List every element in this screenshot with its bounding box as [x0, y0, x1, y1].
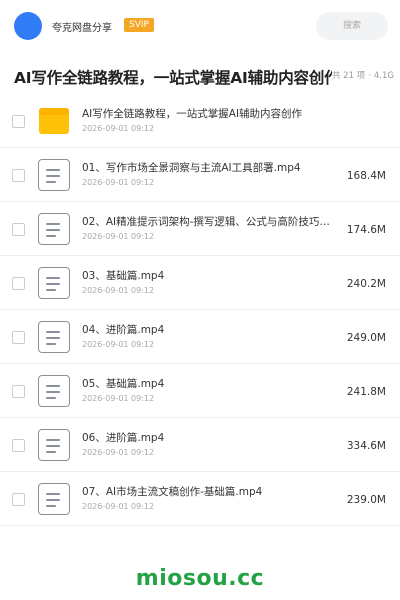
select-checkbox[interactable]	[12, 277, 25, 290]
site-name: 夸克网盘分享	[52, 23, 112, 34]
file-icon	[38, 213, 70, 245]
item-name: 01、写作市场全景洞察与主流AI工具部署.mp4	[82, 162, 301, 174]
watermark: miosou.cc	[135, 566, 265, 591]
svip-badge: SVIP	[124, 18, 154, 32]
select-checkbox[interactable]	[12, 493, 25, 506]
item-size: 334.6M	[346, 440, 386, 452]
item-size: 241.8M	[346, 386, 386, 398]
select-checkbox[interactable]	[12, 385, 25, 398]
item-date: 2026-09-01 09:12	[82, 124, 155, 133]
total-size: 4.1G	[373, 71, 394, 81]
file-icon	[38, 429, 70, 461]
select-checkbox[interactable]	[12, 169, 25, 182]
item-name: AI写作全链路教程，一站式掌握AI辅助内容创作	[82, 108, 303, 120]
item-name: 04、进阶篇.mp4	[82, 324, 165, 336]
file-icon	[38, 375, 70, 407]
file-icon	[38, 267, 70, 299]
item-size: 239.0M	[346, 494, 386, 506]
item-name: 05、基础篇.mp4	[82, 378, 165, 390]
item-date: 2026-09-01 09:12	[82, 286, 155, 295]
file-icon	[38, 159, 70, 191]
select-checkbox[interactable]	[12, 223, 25, 236]
select-checkbox[interactable]	[12, 439, 25, 452]
item-size: 249.0M	[346, 332, 386, 344]
title-row: AI写作全链路教程，一站式掌握AI辅助内容创作 共 21 项 · 4.1G	[0, 52, 400, 94]
item-count: 共 21 项	[331, 71, 366, 81]
page-title: AI写作全链路教程，一站式掌握AI辅助内容创作	[14, 69, 332, 87]
list-item[interactable]: 02、AI精准提示词架构-撰写逻辑、公式与高阶技巧… 2026-09-01 09…	[0, 202, 400, 256]
share-meta: 共 21 项 · 4.1G	[329, 69, 394, 81]
list-item[interactable]: 03、基础篇.mp4 2026-09-01 09:12 240.2M	[0, 256, 400, 310]
search-input[interactable]	[316, 12, 388, 40]
item-date: 2026-09-01 09:12	[82, 340, 155, 349]
item-date: 2026-09-01 09:12	[82, 394, 155, 403]
file-icon	[38, 321, 70, 353]
item-date: 2026-09-01 09:12	[82, 448, 155, 457]
list-item[interactable]: 07、AI市场主流文稿创作-基础篇.mp4 2026-09-01 09:12 2…	[0, 472, 400, 526]
file-icon	[38, 483, 70, 515]
list-item[interactable]: 04、进阶篇.mp4 2026-09-01 09:12 249.0M	[0, 310, 400, 364]
file-list: AI写作全链路教程，一站式掌握AI辅助内容创作 2026-09-01 09:12…	[0, 94, 400, 526]
meta-separator: ·	[368, 71, 371, 81]
item-date: 2026-09-01 09:12	[82, 232, 155, 241]
item-date: 2026-09-01 09:12	[82, 178, 155, 187]
avatar[interactable]	[14, 12, 42, 40]
item-name: 03、基础篇.mp4	[82, 270, 165, 282]
header: 夸克网盘分享 SVIP	[0, 0, 400, 52]
item-size: 240.2M	[346, 278, 386, 290]
item-size: 168.4M	[346, 170, 386, 182]
item-name: 06、进阶篇.mp4	[82, 432, 165, 444]
item-date: 2026-09-01 09:12	[82, 502, 155, 511]
list-item[interactable]: 06、进阶篇.mp4 2026-09-01 09:12 334.6M	[0, 418, 400, 472]
item-name: 07、AI市场主流文稿创作-基础篇.mp4	[82, 486, 263, 498]
folder-icon	[38, 105, 70, 137]
select-checkbox[interactable]	[12, 115, 25, 128]
item-size: 174.6M	[346, 224, 386, 236]
item-name: 02、AI精准提示词架构-撰写逻辑、公式与高阶技巧…	[82, 216, 330, 228]
list-item[interactable]: AI写作全链路教程，一站式掌握AI辅助内容创作 2026-09-01 09:12	[0, 94, 400, 148]
select-checkbox[interactable]	[12, 331, 25, 344]
list-item[interactable]: 05、基础篇.mp4 2026-09-01 09:12 241.8M	[0, 364, 400, 418]
list-item[interactable]: 01、写作市场全景洞察与主流AI工具部署.mp4 2026-09-01 09:1…	[0, 148, 400, 202]
